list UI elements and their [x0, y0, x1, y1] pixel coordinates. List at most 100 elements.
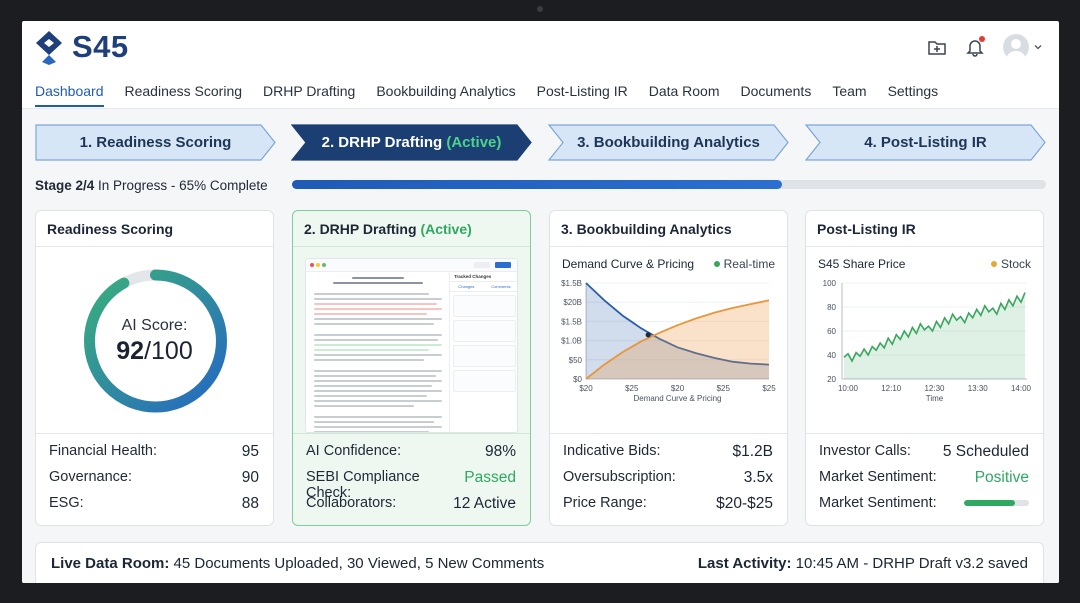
user-menu[interactable]	[1003, 34, 1043, 60]
panel-tab[interactable]: Comments	[491, 284, 510, 289]
bookbuilding-card[interactable]: 3. Bookbuilding Analytics Demand Curve &…	[549, 210, 788, 526]
metric-row: Indicative Bids: $1.2B	[563, 443, 773, 460]
step-drhp-drafting[interactable]: 2. DRHP Drafting (Active)	[291, 124, 532, 161]
y-tick-label: $1.5B	[561, 279, 582, 288]
step-post-listing-ir[interactable]: 4. Post-Listing IR	[805, 124, 1046, 161]
post-listing-card[interactable]: Post-Listing IR S45 Share Price Stock 20…	[805, 210, 1044, 526]
app-name: S45	[72, 29, 129, 64]
y-tick-label: 20	[827, 375, 836, 384]
nav-drhp-drafting[interactable]: DRHP Drafting	[263, 83, 355, 107]
doc-text-line	[314, 308, 442, 310]
logo-mark-icon	[36, 31, 62, 65]
tracked-changes-tabs[interactable]: Changes Comments	[450, 282, 517, 292]
doc-text-line	[314, 293, 430, 295]
app-screen: S45 Dashboard Readiness Scoring DRHP Dra…	[22, 21, 1059, 583]
y-tick-label: $1.5B	[561, 317, 582, 326]
stock-dot	[990, 261, 997, 267]
doc-text-line	[333, 282, 423, 284]
x-axis-label: Demand Curve & Pricing	[633, 394, 721, 403]
card-title: Readiness Scoring	[47, 221, 174, 237]
step-label: 4. Post-Listing IR	[864, 134, 987, 151]
metric-row: Price Range: $20-$25	[563, 495, 773, 512]
nav-bookbuilding-analytics[interactable]: Bookbuilding Analytics	[376, 83, 515, 107]
stage-indicator: Stage 2/4	[35, 178, 95, 193]
doc-text-line	[314, 375, 436, 377]
nav-documents[interactable]: Documents	[741, 83, 812, 107]
stage-stepper: 1. Readiness Scoring 2. DRHP Drafting (A…	[35, 124, 1047, 161]
metric-row: Collaborators: 12 Active	[306, 495, 516, 512]
doc-text-line	[314, 416, 442, 418]
ai-score-label: AI Score:	[121, 317, 188, 334]
doc-text-line	[314, 313, 427, 315]
ai-score-value: 92/100	[116, 337, 193, 365]
y-tick-label: $20B	[563, 298, 582, 307]
change-item[interactable]	[453, 295, 516, 317]
change-item[interactable]	[453, 370, 516, 392]
stock-badge: Stock	[990, 257, 1031, 271]
panel-tab[interactable]: Changes	[458, 284, 474, 289]
notification-dot	[979, 36, 985, 42]
document-preview[interactable]: Tracked Changes Changes Comments	[305, 258, 518, 433]
x-tick-label: $25	[762, 384, 776, 393]
preview-button[interactable]	[474, 262, 490, 268]
doc-text-line	[314, 339, 439, 341]
change-item[interactable]	[453, 320, 516, 342]
window-dot	[322, 263, 326, 267]
sentiment-status: Positive	[974, 469, 1029, 486]
metric-row: Market Sentiment: Positive	[819, 469, 1029, 486]
y-tick-label: 40	[827, 351, 836, 360]
doc-text-line	[314, 421, 435, 423]
y-tick-label: $1.0B	[561, 337, 582, 346]
tracked-changes-title: Tracked Changes	[450, 272, 517, 282]
x-tick-label: 13:30	[968, 384, 989, 393]
progress-bar	[292, 180, 1046, 189]
demand-curve-chart: $1.5B$20B$1.5B$1.0B$50$0$20 $25 $20 $25 $25D…	[561, 279, 776, 403]
x-tick-label: 12:10	[881, 384, 902, 393]
y-tick-label: $50	[569, 356, 583, 365]
chevron-down-icon[interactable]	[1033, 42, 1043, 52]
nav-post-listing-ir[interactable]: Post-Listing IR	[537, 83, 628, 107]
live-dot	[713, 261, 720, 267]
bell-icon[interactable]	[965, 36, 985, 57]
nav-settings[interactable]: Settings	[888, 83, 939, 107]
ai-score-gauge: AI Score: 92/100	[36, 249, 273, 432]
doc-text-line	[314, 349, 430, 351]
change-item[interactable]	[453, 345, 516, 367]
header-actions	[927, 34, 1043, 60]
active-tag: (Active)	[420, 221, 472, 237]
doc-text-line	[314, 370, 442, 372]
realtime-badge: Real-time	[713, 257, 775, 271]
card-title: Post-Listing IR	[817, 221, 916, 237]
x-tick-label: 12:30	[924, 384, 945, 393]
nav-dashboard[interactable]: Dashboard	[35, 83, 104, 107]
metric-row: Governance: 90	[49, 469, 259, 486]
metric-row: Oversubscription: 3.5x	[563, 469, 773, 486]
step-readiness-scoring[interactable]: 1. Readiness Scoring	[35, 124, 276, 161]
nav-data-room[interactable]: Data Room	[649, 83, 720, 107]
activity-footer: Live Data Room: 45 Documents Uploaded, 3…	[35, 542, 1044, 583]
y-tick-label: 80	[827, 303, 836, 312]
progress-fill	[292, 180, 783, 189]
x-tick-label: $25	[625, 384, 639, 393]
step-bookbuilding-analytics[interactable]: 3. Bookbuilding Analytics	[548, 124, 789, 161]
doc-text-line	[314, 390, 442, 392]
review-button[interactable]	[495, 262, 511, 268]
share-price-chart: 20 40 60 80 100 10:00 12:10 12:30 13:30 14:00 Time	[823, 279, 1032, 403]
app-logo[interactable]: S45	[34, 29, 129, 65]
card-divider	[550, 246, 787, 247]
nav-readiness-scoring[interactable]: Readiness Scoring	[125, 83, 243, 107]
tracked-changes-panel: Tracked Changes Changes Comments	[449, 272, 517, 432]
drhp-card[interactable]: 2. DRHP Drafting (Active) Tracked Change…	[292, 210, 531, 526]
card-title: 3. Bookbuilding Analytics	[561, 221, 732, 237]
doc-text-line	[352, 277, 404, 279]
folder-add-icon[interactable]	[927, 37, 947, 57]
avatar[interactable]	[1003, 34, 1029, 60]
last-activity: Last Activity: 10:45 AM - DRHP Draft v3.…	[697, 554, 1028, 572]
doc-text-line	[314, 426, 442, 428]
y-tick-label: $0	[573, 375, 582, 384]
card-divider	[293, 433, 530, 434]
nav-team[interactable]: Team	[832, 83, 866, 107]
readiness-card[interactable]: Readiness Scoring AI Score: 92/100 Finan…	[35, 210, 274, 526]
doc-text-line	[314, 385, 432, 387]
doc-text-line	[314, 354, 442, 356]
